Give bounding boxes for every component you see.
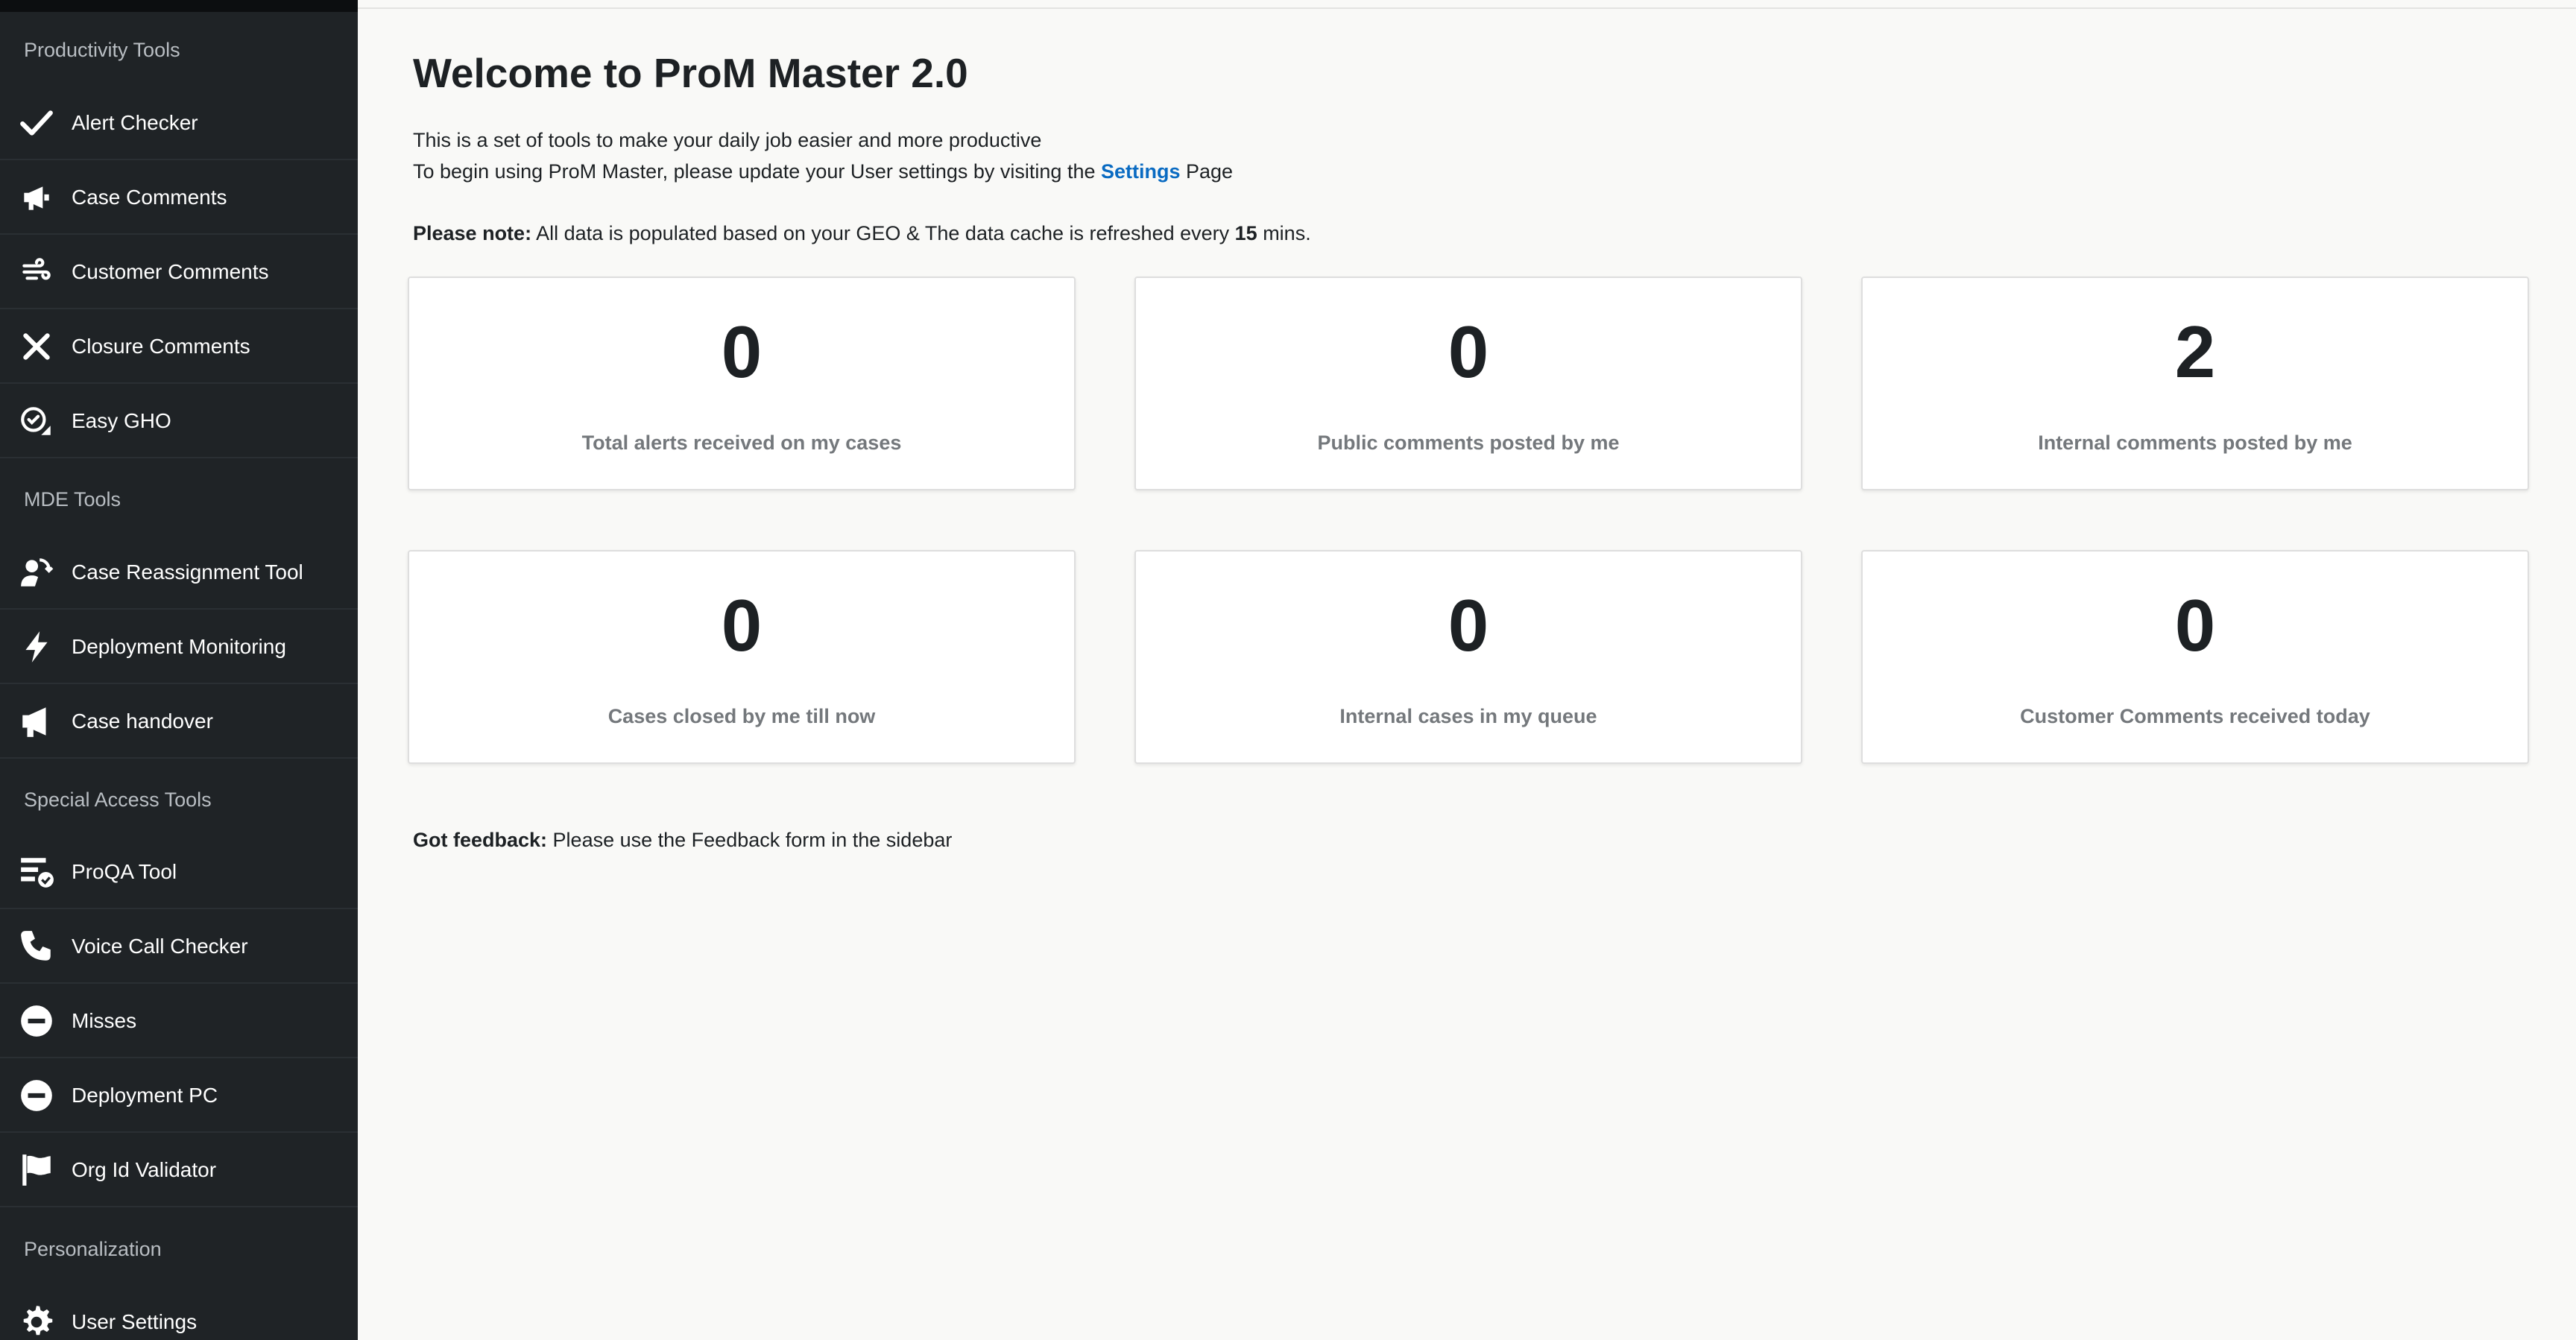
- sidebar-item-closure-comments[interactable]: Closure Comments: [0, 311, 358, 384]
- stat-caption: Internal cases in my queue: [1339, 705, 1597, 727]
- stat-card-customer-comments-today: 0 Customer Comments received today: [1861, 550, 2529, 764]
- sidebar-item-misses[interactable]: Misses: [0, 985, 358, 1058]
- note-text: All data is populated based on your GEO …: [531, 222, 1235, 244]
- sidebar-item-label: Case handover: [72, 709, 213, 733]
- sidebar-item-customer-comments[interactable]: Customer Comments: [0, 236, 358, 309]
- stat-value: 0: [721, 311, 763, 393]
- sidebar-item-label: ProQA Tool: [72, 860, 177, 883]
- minus-circle-icon: [16, 1001, 57, 1041]
- bolt-icon: [16, 627, 57, 667]
- sidebar-item-label: Closure Comments: [72, 335, 250, 358]
- section-label-mde-tools: MDE Tools: [24, 488, 121, 511]
- sidebar-item-proqa-tool[interactable]: ProQA Tool: [0, 836, 358, 909]
- feedback-label: Got feedback:: [413, 829, 548, 851]
- minus-circle-icon: [16, 1075, 57, 1116]
- sidebar-item-label: Customer Comments: [72, 260, 269, 283]
- close-icon: [16, 326, 57, 367]
- stat-caption: Total alerts received on my cases: [581, 432, 902, 454]
- stat-caption: Cases closed by me till now: [607, 705, 876, 727]
- sidebar-item-easy-gho[interactable]: Easy GHO: [0, 385, 358, 458]
- megaphone-icon: [16, 177, 57, 218]
- sidebar: Productivity Tools Alert Checker Case Co…: [0, 0, 358, 1340]
- sidebar-item-label: Case Reassignment Tool: [72, 560, 303, 584]
- stat-card-public-comments: 0 Public comments posted by me: [1134, 276, 1802, 490]
- user-rotate-icon: [16, 552, 57, 592]
- stat-value: 0: [1448, 311, 1489, 393]
- section-label-personalization: Personalization: [24, 1238, 162, 1260]
- main-content: Welcome to ProM Master 2.0 This is a set…: [358, 0, 2576, 1340]
- sidebar-item-label: Voice Call Checker: [72, 935, 248, 958]
- stat-caption: Customer Comments received today: [2020, 705, 2370, 727]
- stat-card-internal-comments: 2 Internal comments posted by me: [1861, 276, 2529, 490]
- sidebar-item-label: Case Comments: [72, 186, 227, 209]
- intro-text-suffix: Page: [1180, 160, 1234, 183]
- stat-value: 0: [1448, 584, 1489, 666]
- section-label-special-access-tools: Special Access Tools: [24, 788, 212, 811]
- sidebar-item-case-reassignment-tool[interactable]: Case Reassignment Tool: [0, 537, 358, 610]
- stat-caption: Internal comments posted by me: [2038, 432, 2352, 454]
- phone-icon: [16, 926, 57, 967]
- sidebar-item-deployment-pc[interactable]: Deployment PC: [0, 1060, 358, 1133]
- gear-icon: [16, 1302, 57, 1340]
- sidebar-item-voice-call-checker[interactable]: Voice Call Checker: [0, 911, 358, 984]
- section-label-productivity-tools: Productivity Tools: [24, 39, 180, 61]
- sidebar-item-deployment-monitoring[interactable]: Deployment Monitoring: [0, 611, 358, 684]
- note-text-suffix: mins.: [1257, 222, 1311, 244]
- settings-link[interactable]: Settings: [1101, 160, 1181, 183]
- feedback-text: Please use the Feedback form in the side…: [547, 829, 953, 851]
- sidebar-item-org-id-validator[interactable]: Org Id Validator: [0, 1134, 358, 1207]
- stat-value: 0: [2174, 584, 2216, 666]
- intro-text: To begin using ProM Master, please updat…: [413, 160, 1101, 183]
- wind-icon: [16, 252, 57, 292]
- refresh-minutes: 15: [1234, 222, 1257, 244]
- flag-icon: [16, 1150, 57, 1190]
- sidebar-item-case-comments[interactable]: Case Comments: [0, 162, 358, 235]
- sidebar-item-case-handover[interactable]: Case handover: [0, 686, 358, 759]
- sidebar-item-label: Deployment PC: [72, 1084, 218, 1107]
- stat-value: 0: [721, 584, 763, 666]
- data-note: Please note: All data is populated based…: [413, 222, 1311, 245]
- list-check-icon: [16, 852, 57, 892]
- badge-check-icon: [16, 401, 57, 441]
- stat-value: 2: [2174, 311, 2216, 393]
- note-label: Please note:: [413, 222, 532, 244]
- sidebar-item-label: Org Id Validator: [72, 1158, 217, 1181]
- stat-caption: Public comments posted by me: [1317, 432, 1620, 454]
- feedback-note: Got feedback: Please use the Feedback fo…: [413, 829, 952, 852]
- sidebar-item-label: Misses: [72, 1009, 137, 1032]
- checkmark-icon: [16, 103, 57, 143]
- stat-card-cases-closed: 0 Cases closed by me till now: [408, 550, 1076, 764]
- intro-line-2: To begin using ProM Master, please updat…: [413, 160, 1233, 183]
- sidebar-top-bar: [0, 0, 358, 12]
- page-title: Welcome to ProM Master 2.0: [413, 50, 968, 96]
- sidebar-item-label: Easy GHO: [72, 409, 171, 432]
- sidebar-item-alert-checker[interactable]: Alert Checker: [0, 87, 358, 160]
- sidebar-item-user-settings[interactable]: User Settings: [0, 1286, 358, 1340]
- top-divider: [358, 7, 2576, 9]
- sidebar-item-label: Alert Checker: [72, 111, 198, 134]
- sidebar-item-label: User Settings: [72, 1310, 198, 1333]
- stat-card-internal-cases: 0 Internal cases in my queue: [1134, 550, 1802, 764]
- stat-card-total-alerts: 0 Total alerts received on my cases: [408, 276, 1076, 490]
- intro-line-1: This is a set of tools to make your dail…: [413, 129, 1042, 151]
- sidebar-item-label: Deployment Monitoring: [72, 635, 286, 658]
- megaphone-icon: [16, 701, 57, 742]
